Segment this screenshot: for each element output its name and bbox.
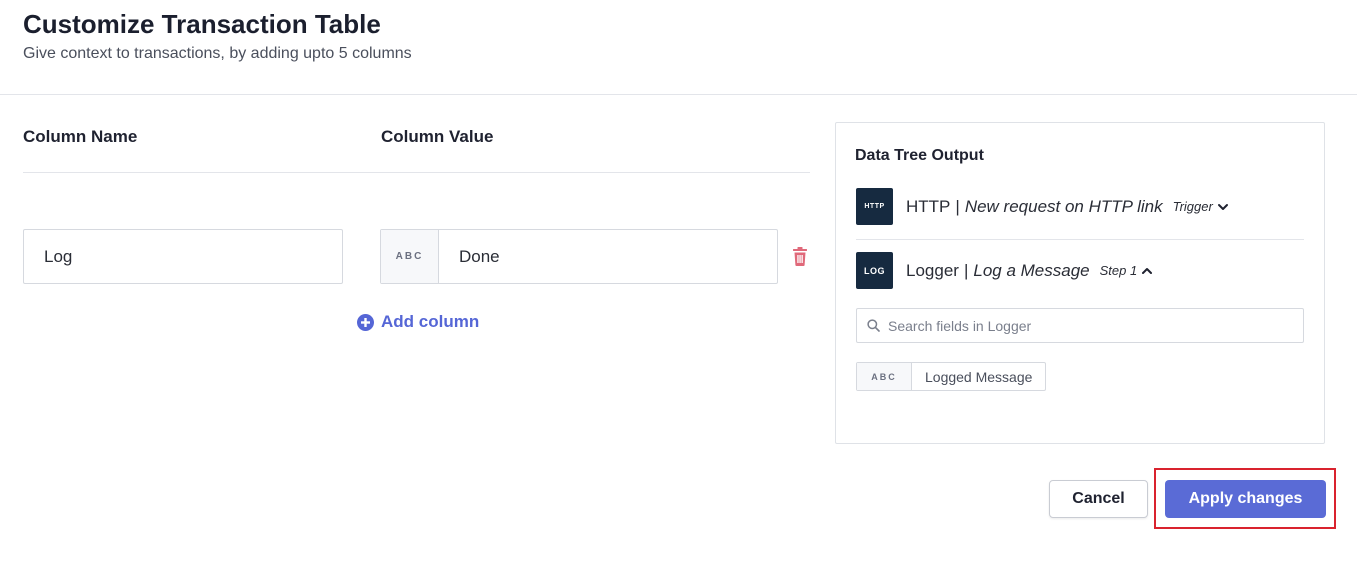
divider: [23, 172, 810, 173]
step-tag: Step 1: [1099, 263, 1138, 278]
step-separator: |: [955, 196, 960, 216]
step-divider: [856, 239, 1304, 240]
trash-icon[interactable]: [792, 247, 808, 266]
step-logger[interactable]: LOG Logger | Log a Message Step 1: [856, 252, 1153, 289]
step-app-name: Logger: [906, 260, 959, 280]
page-subtitle: Give context to transactions, by adding …: [23, 45, 412, 62]
step-event-name: New request on HTTP link: [964, 196, 1163, 216]
add-column-label: Add column: [381, 312, 480, 331]
chevron-down-icon[interactable]: [1217, 201, 1229, 213]
step-http-trigger[interactable]: HTTP HTTP | New request on HTTP link Tri…: [856, 188, 1229, 225]
column-value-field[interactable]: ABC: [380, 229, 778, 284]
step-separator: |: [963, 260, 969, 280]
step-app-name: HTTP: [906, 196, 951, 216]
plus-circle-icon: [357, 313, 374, 331]
chevron-up-icon[interactable]: [1141, 265, 1153, 277]
field-chip-logged-message[interactable]: ABC Logged Message: [856, 362, 1047, 391]
cancel-button[interactable]: Cancel: [1049, 480, 1148, 518]
add-column-button[interactable]: Add column: [357, 312, 479, 332]
page-header: Customize Transaction Table Give context…: [0, 0, 1357, 95]
column-value-header: Column Value: [381, 127, 494, 146]
apply-changes-button[interactable]: Apply changes: [1165, 480, 1326, 518]
logger-logo: LOG: [856, 252, 893, 289]
column-name-header: Column Name: [23, 127, 138, 146]
page-title: Customize Transaction Table: [23, 9, 381, 39]
field-type-badge: ABC: [857, 363, 912, 390]
search-icon: [867, 319, 880, 332]
data-tree-title: Data Tree Output: [855, 147, 984, 164]
field-search[interactable]: [856, 308, 1304, 343]
step-event-name: Log a Message: [973, 260, 1090, 280]
value-type-badge: ABC: [381, 230, 439, 283]
field-label: Logged Message: [925, 368, 1033, 385]
column-name-input[interactable]: [23, 229, 343, 284]
http-logo: HTTP: [856, 188, 893, 225]
field-search-input[interactable]: [888, 317, 1303, 334]
data-tree-panel: Data Tree Output HTTP HTTP | New request…: [835, 122, 1325, 444]
step-tag: Trigger: [1172, 199, 1213, 214]
column-value-input[interactable]: [439, 230, 777, 283]
